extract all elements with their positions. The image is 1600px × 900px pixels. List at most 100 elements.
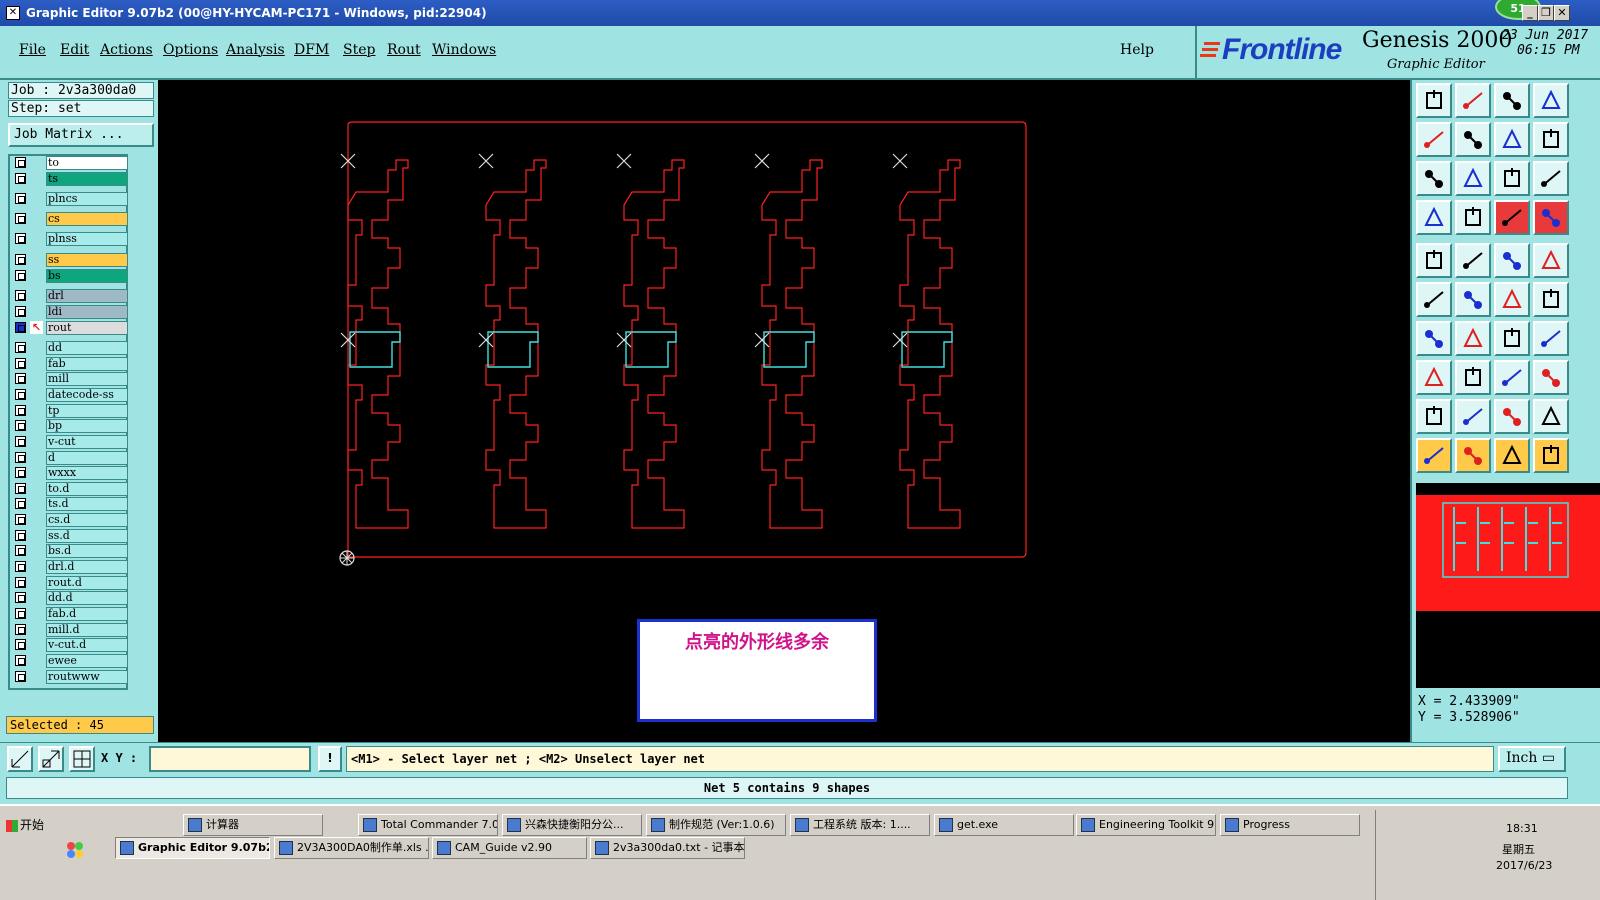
layer-checkbox[interactable] <box>15 545 26 556</box>
layer-row-cs.d[interactable]: cs.d <box>12 513 128 527</box>
layer-checkbox[interactable] <box>15 254 26 265</box>
start-marker-3[interactable] <box>616 153 632 169</box>
taskbar-item[interactable]: 2v3a300da0.txt - 记事本 <box>590 837 745 859</box>
text3-tool-button[interactable] <box>1494 399 1530 434</box>
text-tool-button[interactable] <box>1416 399 1452 434</box>
layer-row-to.d[interactable]: to.d <box>12 482 128 496</box>
layer-row-ss.d[interactable]: ss.d <box>12 529 128 543</box>
minus-tool-button[interactable] <box>1455 360 1491 395</box>
rout-profile-1[interactable] <box>347 159 409 529</box>
start-marker-4[interactable] <box>754 153 770 169</box>
home-tool-button[interactable] <box>1416 83 1452 118</box>
layer-checkbox[interactable] <box>15 577 26 588</box>
bridge-tool-button[interactable] <box>1494 360 1530 395</box>
xy-input[interactable] <box>149 746 311 772</box>
layer-checkbox[interactable] <box>15 530 26 541</box>
menu-file[interactable]: File <box>19 42 46 58</box>
slot-marker-3[interactable] <box>616 332 632 348</box>
layer-checkbox[interactable] <box>15 498 26 509</box>
board-outline[interactable] <box>347 121 1027 558</box>
layer-checkbox[interactable] <box>15 389 26 400</box>
selected-slot-5[interactable] <box>901 331 953 368</box>
layer-checkbox[interactable] <box>15 639 26 650</box>
layer-row-v-cut[interactable]: v-cut <box>12 435 128 449</box>
cross-tool-button[interactable] <box>1455 282 1491 317</box>
start-marker-5[interactable] <box>892 153 908 169</box>
taskbar-item[interactable]: 计算器 <box>183 814 323 836</box>
taskbar-item[interactable]: 工程系统 版本: 1.... <box>790 814 930 836</box>
right-tool-button[interactable] <box>1455 122 1491 157</box>
layer-checkbox[interactable] <box>15 655 26 666</box>
layer-checkbox[interactable] <box>15 233 26 244</box>
rout-profile-5[interactable] <box>899 159 961 529</box>
desktop-icon[interactable] <box>65 840 85 860</box>
taskbar-item[interactable]: get.exe <box>934 814 1074 836</box>
diag-tool-button[interactable] <box>1533 282 1569 317</box>
execute-button[interactable]: ! <box>318 746 342 772</box>
layer-row-wxxx[interactable]: wxxx <box>12 466 128 480</box>
route-tool-button[interactable] <box>1533 438 1569 473</box>
house-tool-button[interactable] <box>1494 83 1530 118</box>
menu-edit[interactable]: Edit <box>60 42 89 58</box>
layer-row-v-cut.d[interactable]: v-cut.d <box>12 638 128 652</box>
layer-checkbox[interactable] <box>15 213 26 224</box>
layer-checkbox[interactable] <box>15 322 26 333</box>
print-tool-button[interactable] <box>1455 83 1491 118</box>
layer-checkbox[interactable] <box>15 373 26 384</box>
flip-tool-button[interactable] <box>1533 122 1569 157</box>
taskbar-item[interactable]: 2V3A300DA0制作单.xls ... <box>274 837 429 859</box>
slot-marker-4[interactable] <box>754 332 770 348</box>
layer-row-ewee[interactable]: ewee <box>12 654 128 668</box>
layer-row-mill.d[interactable]: mill.d <box>12 623 128 637</box>
shape-tool-button[interactable] <box>1455 243 1491 278</box>
dot-tool-button[interactable] <box>1533 243 1569 278</box>
layer-checkbox[interactable] <box>15 671 26 682</box>
arrows-tool-button[interactable] <box>1494 122 1530 157</box>
layer-row-ts.d[interactable]: ts.d <box>12 497 128 511</box>
layer-checkbox[interactable] <box>15 561 26 572</box>
layer-checkbox[interactable] <box>15 420 26 431</box>
window-title-bar[interactable]: ✕ Graphic Editor 9.07b2 (00@HY-HYCAM-PC1… <box>0 0 1600 26</box>
rout-profile-4[interactable] <box>761 159 823 529</box>
menu-actions[interactable]: Actions <box>100 42 153 58</box>
layer-row-cs[interactable]: cs <box>12 212 128 226</box>
menu-step[interactable]: Step <box>343 42 375 58</box>
arc-tool-button[interactable] <box>1494 321 1530 356</box>
grid-tool-button[interactable] <box>1455 200 1491 235</box>
layer-row-to[interactable]: to <box>12 156 128 170</box>
split-tool-button[interactable] <box>1533 321 1569 356</box>
menu-analysis[interactable]: Analysis <box>226 42 285 58</box>
menu-help[interactable]: Help <box>1120 42 1154 58</box>
layer-row-fab.d[interactable]: fab.d <box>12 607 128 621</box>
scale-tool-button[interactable] <box>1494 161 1530 196</box>
layer-row-rout.d[interactable]: rout.d <box>12 576 128 590</box>
node-tool-button[interactable] <box>1416 360 1452 395</box>
fit-tool-button[interactable] <box>1455 161 1491 196</box>
layer-row-dd.d[interactable]: dd.d <box>12 591 128 605</box>
select2-tool-button[interactable] <box>1455 438 1491 473</box>
zoom-box-button[interactable] <box>7 746 33 772</box>
layer-checkbox[interactable] <box>15 270 26 281</box>
layer-row-dd[interactable]: dd <box>12 341 128 355</box>
clock-time[interactable]: 18:31 <box>1506 822 1538 835</box>
layer-row-plncs[interactable]: plncs <box>12 192 128 206</box>
menu-rout[interactable]: Rout <box>387 42 421 58</box>
zoom-out-button[interactable] <box>38 746 64 772</box>
layer-row-drl[interactable]: drl <box>12 289 128 303</box>
taskbar-item[interactable]: CAM_Guide v2.90 <box>432 837 587 859</box>
layers2-tool-button[interactable] <box>1533 200 1569 235</box>
layer-checkbox[interactable] <box>15 452 26 463</box>
pan-tool-button[interactable] <box>1416 161 1452 196</box>
layer-checkbox[interactable] <box>15 483 26 494</box>
layer-checkbox[interactable] <box>15 436 26 447</box>
layer-row-ss[interactable]: ss <box>12 253 128 267</box>
selected-slot-1[interactable] <box>349 331 401 368</box>
selected-slot-3[interactable] <box>625 331 677 368</box>
menu-options[interactable]: Options <box>163 42 218 58</box>
job-matrix-button[interactable]: Job Matrix ... <box>8 123 154 147</box>
layer-checkbox[interactable] <box>15 290 26 301</box>
layer-checkbox[interactable] <box>15 405 26 416</box>
slot-marker-5[interactable] <box>892 332 908 348</box>
selected-slot-4[interactable] <box>763 331 815 368</box>
restore-button[interactable]: ❐ <box>1538 5 1554 21</box>
